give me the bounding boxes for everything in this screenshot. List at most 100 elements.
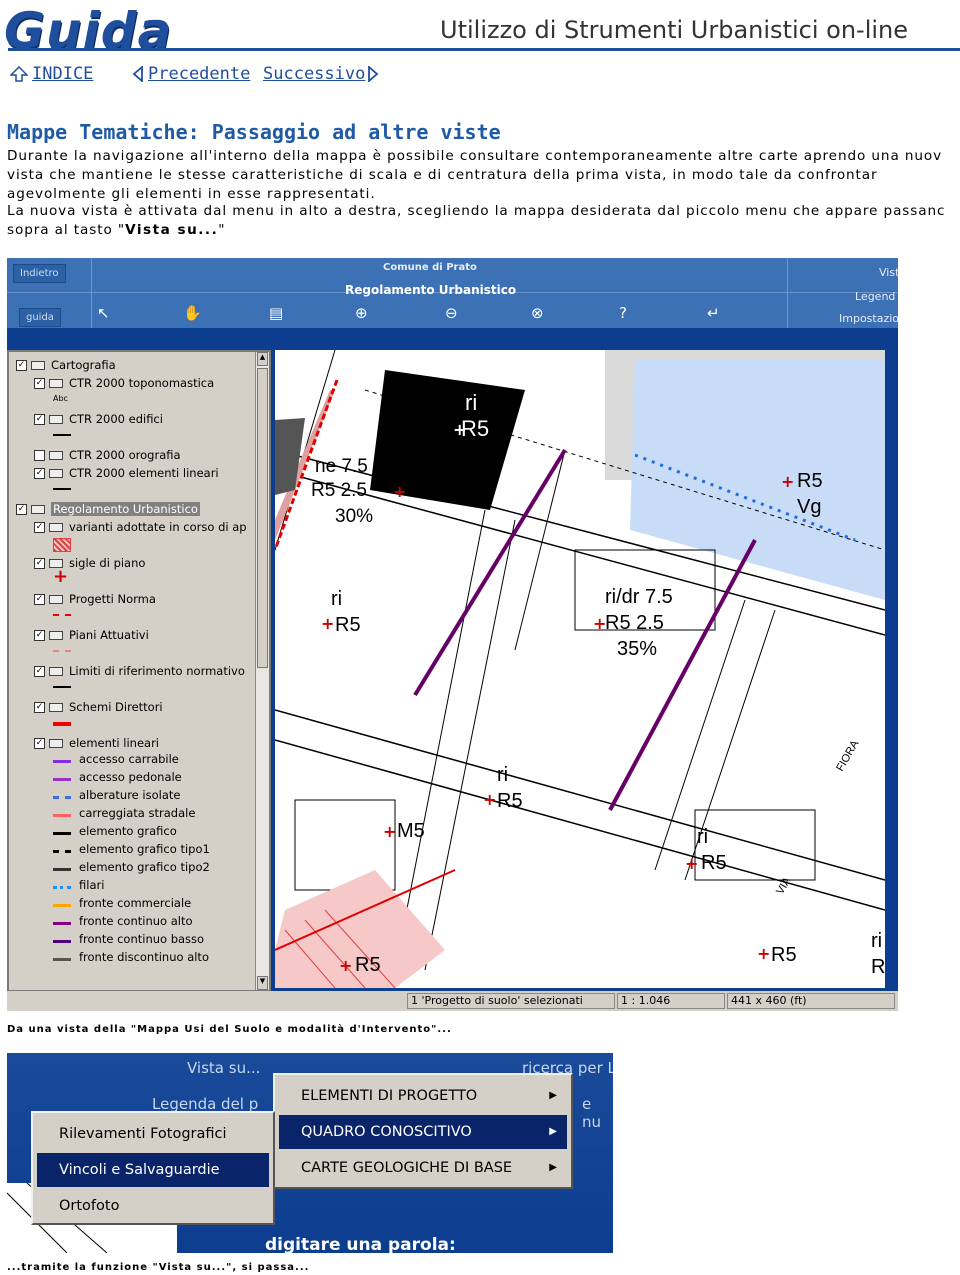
legend-layer-row[interactable]: ✓ varianti adottate in corso di ap <box>12 518 247 536</box>
paragraph-line: La nuova vista è attivata dal menu in al… <box>7 203 946 219</box>
layer-checkbox[interactable]: ✓ <box>34 737 45 749</box>
legend-layer-row[interactable]: ✓ CTR 2000 edifici <box>12 410 163 428</box>
back-button[interactable]: Indietro <box>13 264 66 283</box>
map-label: M5 <box>397 820 425 842</box>
line-item-label: elemento grafico tipo2 <box>79 860 210 874</box>
vista-menu[interactable]: Vist <box>879 266 898 279</box>
legend-layer-row[interactable]: ✓ Limiti di riferimento normativo <box>12 662 245 680</box>
legend-layer-row[interactable]: ✓ sigle di piano <box>12 554 145 572</box>
identify-tool-icon[interactable]: ? <box>619 304 627 322</box>
map-point-icon: + <box>781 472 795 491</box>
layer-icon <box>49 738 63 748</box>
paragraph-line: Durante la navigazione all'interno della… <box>7 148 943 164</box>
layer-symbol <box>53 538 71 552</box>
layer-checkbox[interactable]: ✓ <box>34 629 45 641</box>
scroll-thumb[interactable] <box>257 368 268 668</box>
nav-next-label: Successivo <box>263 64 366 84</box>
header-subtitle: Utilizzo di Strumenti Urbanistici on-lin… <box>440 16 908 44</box>
legend-scrollbar[interactable]: ▲ ▼ <box>255 352 269 990</box>
line-item-label: fronte continuo alto <box>79 914 193 928</box>
quadro-submenu: Rilevamenti Fotografici Vincoli e Salvagu… <box>31 1111 275 1225</box>
text-prefix: sopra al tasto " <box>7 222 126 238</box>
nav-next-link[interactable]: Successivo <box>263 64 383 84</box>
pan-tool-icon[interactable]: ✋ <box>183 304 202 322</box>
line-symbol <box>53 778 71 781</box>
legend-menu[interactable]: Legend <box>855 290 895 303</box>
submenu-item[interactable]: Rilevamenti Fotografici <box>37 1117 269 1151</box>
caption-2: ...tramite la funzione "Vista su...", si… <box>7 1262 310 1273</box>
map-point-icon: + <box>757 944 771 963</box>
section-title: Mappe Tematiche: Passaggio ad altre vist… <box>7 120 501 144</box>
layer-label: CTR 2000 toponomastica <box>69 376 215 390</box>
line-symbol <box>53 940 71 943</box>
layer-icon <box>49 468 63 478</box>
scale-status: 1 : 1.046 <box>617 993 725 1009</box>
settings-menu[interactable]: Impostazio <box>839 312 898 325</box>
bg-vista-label: Vista su... <box>187 1059 261 1077</box>
layer-checkbox[interactable] <box>34 449 45 461</box>
submenu-item[interactable]: QUADRO CONOSCITIVO ▶ <box>279 1115 567 1149</box>
legend-layer-row[interactable]: ✓ Piani Attuativi <box>12 626 149 644</box>
layer-checkbox[interactable]: ✓ <box>34 413 45 425</box>
guide-logo: Guida <box>4 2 173 60</box>
layer-checkbox[interactable]: ✓ <box>34 557 45 569</box>
previous-view-icon[interactable]: ↵ <box>707 304 720 322</box>
layer-checkbox[interactable]: ✓ <box>34 701 45 713</box>
submenu-arrow-icon: ▶ <box>549 1090 557 1101</box>
layer-icon <box>49 666 63 676</box>
map-point-icon: + <box>393 482 407 501</box>
submenu-item-label: CARTE GEOLOGICHE DI BASE <box>301 1160 513 1176</box>
scroll-up-arrow-icon[interactable]: ▲ <box>257 352 268 366</box>
legend-layer-row[interactable]: ✓ Regolamento Urbanistico <box>12 500 200 518</box>
pointer-tool-icon[interactable]: ↖ <box>97 304 110 322</box>
layer-checkbox[interactable]: ✓ <box>16 503 27 515</box>
map-label: R5 <box>771 944 797 966</box>
nav-index-link[interactable]: INDICE <box>10 64 93 84</box>
selection-status: 1 'Progetto di suolo' selezionati <box>407 993 615 1009</box>
legend-layer-row[interactable]: CTR 2000 orografia <box>12 446 181 464</box>
submenu-item-label: Ortofoto <box>59 1198 120 1214</box>
submenu-item[interactable]: CARTE GEOLOGICHE DI BASE ▶ <box>279 1151 567 1185</box>
legend-layer-row[interactable]: ✓ Schemi Direttori <box>12 698 163 716</box>
legend-layer-row[interactable]: ✓ CTR 2000 elementi lineari <box>12 464 219 482</box>
legend-layer-row[interactable]: ✓ elementi lineari <box>12 734 159 752</box>
toolbar-divider <box>787 258 788 328</box>
right-arrow-icon <box>368 66 379 82</box>
zoom-in-icon[interactable]: ⊕ <box>355 304 368 322</box>
layer-symbol <box>53 614 71 616</box>
layer-label: Limiti di riferimento normativo <box>69 664 245 678</box>
extent-status: 441 x 460 (ft) <box>727 993 895 1009</box>
submenu-item[interactable]: Vincoli e Salvaguardie <box>37 1153 269 1187</box>
layers-tool-icon[interactable]: ▤ <box>269 304 283 322</box>
zoom-extent-icon[interactable]: ⊗ <box>531 304 544 322</box>
line-symbol <box>53 958 71 961</box>
line-item-label: carreggiata stradale <box>79 806 196 820</box>
layer-checkbox[interactable]: ✓ <box>34 593 45 605</box>
header-divider <box>8 48 960 51</box>
map-label: R <box>871 956 885 978</box>
submenu-item[interactable]: Ortofoto <box>37 1189 269 1223</box>
vista-su-emphasis: Vista su... <box>125 222 219 238</box>
zoom-out-icon[interactable]: ⊖ <box>445 304 458 322</box>
submenu-item-label: Rilevamenti Fotografici <box>59 1126 227 1142</box>
map-label: Vg <box>797 496 822 518</box>
layer-checkbox[interactable]: ✓ <box>34 665 45 677</box>
line-item-label: elemento grafico tipo1 <box>79 842 210 856</box>
map-label: 30% <box>335 506 374 527</box>
legend-layer-row[interactable]: ✓ Cartografia <box>12 356 116 374</box>
scroll-down-arrow-icon[interactable]: ▼ <box>257 976 268 990</box>
legend-layer-row[interactable]: ✓ CTR 2000 toponomastica <box>12 374 214 392</box>
layer-checkbox[interactable]: ✓ <box>34 521 45 533</box>
layer-symbol <box>53 434 71 436</box>
layer-checkbox[interactable]: ✓ <box>16 359 27 371</box>
paragraph-line: vista che mantiene le stesse caratterist… <box>7 167 878 183</box>
submenu-item[interactable]: ELEMENTI DI PROGETTO ▶ <box>279 1079 567 1113</box>
legend-layer-row[interactable]: ✓ Progetti Norma <box>12 590 156 608</box>
layer-label: Piani Attuativi <box>69 628 149 642</box>
layer-checkbox[interactable]: ✓ <box>34 467 45 479</box>
nav-previous-link[interactable]: Precedente <box>132 64 250 84</box>
layer-checkbox[interactable]: ✓ <box>34 377 45 389</box>
guide-button[interactable]: guida <box>19 308 61 327</box>
status-bar: 1 'Progetto di suolo' selezionati 1 : 1.… <box>7 991 898 1011</box>
map-canvas[interactable]: ri R5 ne 7.5 R5 2.5 30% R5 Vg ri R5 ri/dr 7.5 R5 2… <box>275 350 885 988</box>
